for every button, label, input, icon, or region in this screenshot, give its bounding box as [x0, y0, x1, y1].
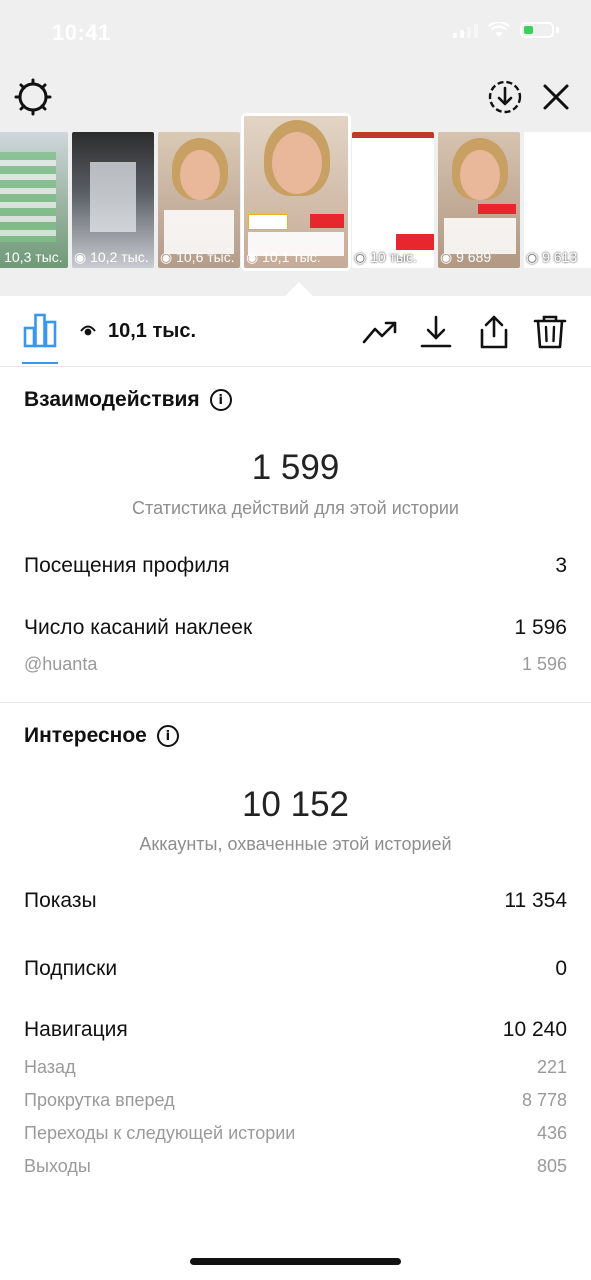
discovery-section: Интересное i 10 152 Аккаунты, охваченные…: [0, 703, 591, 1203]
story-thumbnail[interactable]: ◉ 10,6 тыс.: [158, 132, 240, 268]
thumbnail-views: ◉ 10,2 тыс.: [74, 249, 149, 265]
navigation-value: 10 240: [502, 1018, 567, 1041]
sticker-taps-row: Число касаний наклеек 1 596: [24, 616, 567, 640]
status-bar: 10:41: [0, 0, 591, 64]
next-story-value: 436: [536, 1123, 567, 1143]
navigation-label: Навигация: [24, 1018, 128, 1041]
sticker-mention-row: @huanta 1 596: [24, 654, 567, 675]
active-tab-indicator: [22, 362, 58, 364]
sticker-mention-value: 1 596: [521, 654, 567, 674]
profile-visits-label: Посещения профиля: [24, 554, 230, 577]
selected-thumbnail-pointer: [285, 282, 313, 296]
save-story-icon[interactable]: [486, 78, 524, 116]
thumbnail-views: ◉ 10 тыс.: [354, 249, 417, 265]
follows-row: Подписки 0: [24, 957, 567, 981]
eye-icon: [80, 325, 96, 336]
home-indicator[interactable]: [190, 1258, 401, 1265]
insights-bar-chart-icon[interactable]: [22, 312, 58, 348]
back-value: 221: [536, 1057, 567, 1077]
status-time: 10:41: [52, 20, 111, 45]
sticker-mention-label: @huanta: [24, 654, 98, 674]
story-thumbnail[interactable]: ◉ 10 тыс.: [352, 132, 434, 268]
viewers-count[interactable]: 10,1 тыс.: [108, 320, 196, 343]
settings-gear-icon[interactable]: [14, 78, 52, 116]
follows-label: Подписки: [24, 957, 118, 980]
impressions-label: Показы: [24, 889, 97, 912]
discovery-total: 10 152: [241, 785, 350, 824]
impressions-row: Показы 11 354: [24, 889, 567, 913]
trash-icon[interactable]: [532, 314, 568, 350]
forward-value: 8 778: [521, 1090, 567, 1110]
impressions-value: 11 354: [504, 889, 567, 912]
sticker-taps-value: 1 596: [514, 616, 567, 639]
back-label: Назад: [24, 1057, 76, 1077]
story-thumbnail[interactable]: ◉ 10,3 тыс.: [0, 132, 68, 268]
close-icon[interactable]: [538, 79, 574, 115]
info-icon[interactable]: i: [156, 725, 179, 747]
forward-label: Прокрутка вперед: [24, 1090, 175, 1110]
thumbnail-views: ◉ 9 689: [440, 249, 492, 265]
battery-icon: [520, 22, 554, 38]
share-icon[interactable]: [476, 314, 512, 350]
wifi-icon: [488, 22, 510, 37]
navigation-row: Навигация 10 240: [24, 1018, 567, 1042]
story-thumbnail[interactable]: ◉ 10,2 тыс.: [72, 132, 154, 268]
interactions-total: 1 599: [251, 448, 340, 487]
interactions-title-row: Взаимодействия i: [24, 388, 232, 412]
profile-visits-value: 3: [555, 554, 567, 577]
story-thumbnail[interactable]: ◉ 9 689: [438, 132, 520, 268]
next-story-row: Переходы к следующей истории 436: [24, 1123, 567, 1144]
exits-value: 805: [536, 1156, 567, 1176]
thumbnail-views: ◉ 10,6 тыс.: [160, 249, 235, 265]
exits-row: Выходы 805: [24, 1156, 567, 1177]
story-thumbnail[interactable]: ◉ 9 613: [524, 132, 591, 268]
forward-row: Прокрутка вперед 8 778: [24, 1090, 567, 1111]
story-thumbnail-strip[interactable]: ◉ 10,3 тыс. ◉ 10,2 тыс. ◉ 10,6 тыс. ◉ 10…: [0, 116, 591, 276]
back-row: Назад 221: [24, 1057, 567, 1078]
thumbnail-views: ◉ 10,3 тыс.: [0, 249, 63, 265]
follows-value: 0: [555, 957, 567, 980]
interactions-caption: Статистика действий для этой истории: [132, 498, 459, 518]
discovery-caption: Аккаунты, охваченные этой историей: [139, 834, 452, 854]
info-icon[interactable]: i: [209, 389, 232, 411]
profile-visits-row: Посещения профиля 3: [24, 554, 567, 578]
insights-toolbar: 10,1 тыс.: [0, 296, 591, 367]
interactions-section: Взаимодействия i 1 599 Статистика действ…: [0, 366, 591, 702]
thumbnail-views: ◉ 10,1 тыс.: [246, 249, 321, 265]
story-thumbnail-selected[interactable]: ◉ 10,1 тыс.: [244, 116, 348, 268]
thumbnail-views: ◉ 9 613: [526, 249, 578, 265]
story-header: 10:41 10,3 тыс. ◉ 10,2 тыс. ◉ 10,6 тыс. …: [0, 0, 591, 296]
trending-up-icon[interactable]: [362, 314, 398, 350]
sticker-taps-label: Число касаний наклеек: [24, 616, 253, 639]
discovery-title: Интересное: [24, 724, 147, 747]
exits-label: Выходы: [24, 1156, 91, 1176]
next-story-label: Переходы к следующей истории: [24, 1123, 296, 1143]
cellular-signal-icon: [453, 22, 478, 38]
interactions-title: Взаимодействия: [24, 388, 200, 411]
discovery-title-row: Интересное i: [24, 724, 179, 748]
download-icon[interactable]: [418, 314, 454, 350]
